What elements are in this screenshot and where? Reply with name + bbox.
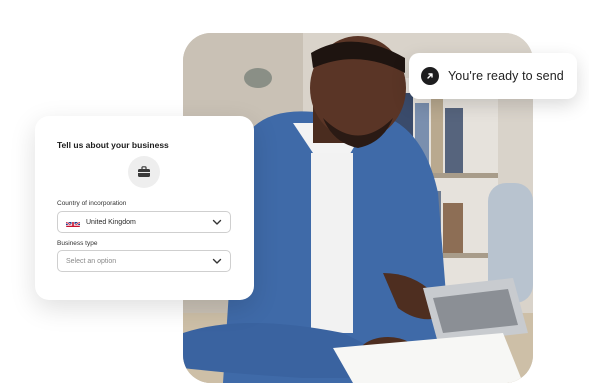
- briefcase-icon: [128, 156, 160, 188]
- business-type-select[interactable]: Select an option: [57, 250, 231, 272]
- country-select-value: United Kingdom: [86, 218, 136, 226]
- uk-flag-icon: [66, 218, 80, 227]
- arrow-up-right-icon: [421, 67, 439, 85]
- hero-illustration: You're ready to send Tell us about your …: [0, 0, 589, 388]
- business-type-field-label: Business type: [57, 240, 98, 247]
- form-title: Tell us about your business: [57, 140, 169, 150]
- ready-to-send-toast: You're ready to send: [409, 53, 577, 99]
- country-field-label: Country of incorporation: [57, 200, 127, 207]
- country-select[interactable]: United Kingdom: [57, 211, 231, 233]
- chevron-down-icon: [212, 258, 222, 264]
- business-form-card: Tell us about your business Country of i…: [35, 116, 254, 300]
- chevron-down-icon: [212, 219, 222, 225]
- business-type-placeholder: Select an option: [66, 257, 117, 265]
- toast-message: You're ready to send: [448, 69, 564, 83]
